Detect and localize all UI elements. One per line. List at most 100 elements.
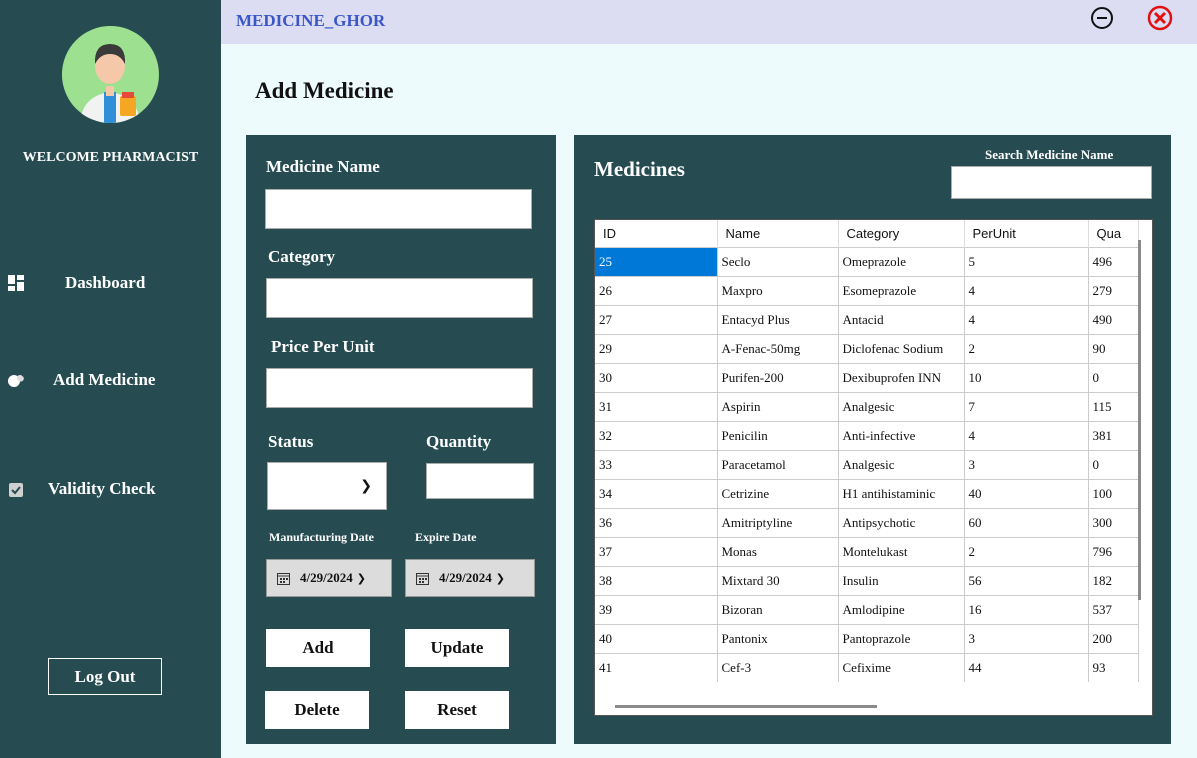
table-cell[interactable]: 90 (1088, 333, 1139, 363)
table-cell[interactable]: 33 (595, 449, 718, 479)
table-cell[interactable]: 7 (964, 391, 1089, 421)
table-cell[interactable]: 39 (595, 594, 718, 624)
table-cell[interactable]: 300 (1088, 507, 1139, 537)
table-cell[interactable]: 0 (1088, 449, 1139, 479)
table-row[interactable]: 36 Amitriptyline Antipsychotic 60 300 (595, 507, 1139, 537)
table-cell[interactable]: 2 (964, 333, 1089, 363)
quantity-input[interactable] (426, 463, 534, 499)
column-header[interactable]: Name (717, 220, 839, 247)
table-cell[interactable]: 381 (1088, 420, 1139, 450)
table-cell[interactable]: Penicilin (717, 420, 839, 450)
update-button[interactable]: Update (405, 629, 509, 667)
status-select[interactable]: ❯ (267, 462, 387, 510)
table-cell[interactable]: 10 (964, 362, 1089, 392)
table-cell[interactable]: 0 (1088, 362, 1139, 392)
table-row[interactable]: 30 Purifen-200 Dexibuprofen INN 10 0 (595, 362, 1139, 392)
table-cell[interactable]: 56 (964, 565, 1089, 595)
table-cell[interactable]: 4 (964, 275, 1089, 305)
table-cell[interactable]: 36 (595, 507, 718, 537)
table-cell[interactable]: 44 (964, 652, 1089, 682)
column-header[interactable]: Category (838, 220, 965, 247)
exp-date-picker[interactable]: 4/29/2024 ❯ (405, 559, 535, 597)
table-cell[interactable]: 3 (964, 449, 1089, 479)
table-cell[interactable]: Entacyd Plus (717, 304, 839, 334)
table-row[interactable]: 27 Entacyd Plus Antacid 4 490 (595, 304, 1139, 334)
table-row[interactable]: 37 Monas Montelukast 2 796 (595, 536, 1139, 566)
table-cell[interactable]: Montelukast (838, 536, 965, 566)
table-cell[interactable]: 182 (1088, 565, 1139, 595)
search-input[interactable] (951, 166, 1152, 199)
category-input[interactable] (266, 278, 533, 318)
table-cell[interactable]: 32 (595, 420, 718, 450)
table-cell[interactable]: 93 (1088, 652, 1139, 682)
table-cell[interactable]: 5 (964, 246, 1089, 276)
table-cell[interactable]: 26 (595, 275, 718, 305)
table-cell[interactable]: Cefixime (838, 652, 965, 682)
table-cell[interactable]: H1 antihistaminic (838, 478, 965, 508)
logout-button[interactable]: Log Out (48, 658, 162, 695)
table-cell[interactable]: Mixtard 30 (717, 565, 839, 595)
table-row[interactable]: 38 Mixtard 30 Insulin 56 182 (595, 565, 1139, 595)
table-cell[interactable]: 100 (1088, 478, 1139, 508)
table-row[interactable]: 33 Paracetamol Analgesic 3 0 (595, 449, 1139, 479)
table-cell[interactable]: 537 (1088, 594, 1139, 624)
table-cell[interactable]: 25 (595, 246, 718, 276)
table-cell[interactable]: 496 (1088, 246, 1139, 276)
column-header[interactable]: Qua (1088, 220, 1139, 247)
table-cell[interactable]: Insulin (838, 565, 965, 595)
table-row[interactable]: 31 Aspirin Analgesic 7 115 (595, 391, 1139, 421)
add-button[interactable]: Add (266, 629, 370, 667)
medicine-name-input[interactable] (265, 189, 532, 229)
table-cell[interactable]: Anti-infective (838, 420, 965, 450)
table-cell[interactable]: 16 (964, 594, 1089, 624)
close-icon[interactable] (1147, 5, 1173, 31)
table-cell[interactable]: Analgesic (838, 449, 965, 479)
table-cell[interactable]: Monas (717, 536, 839, 566)
table-cell[interactable]: 490 (1088, 304, 1139, 334)
table-cell[interactable]: 41 (595, 652, 718, 682)
table-row[interactable]: 25 Seclo Omeprazole 5 496 (595, 246, 1139, 276)
sidebar-item-add-medicine[interactable]: Add Medicine (0, 363, 221, 397)
table-cell[interactable]: 40 (964, 478, 1089, 508)
table-cell[interactable]: 40 (595, 623, 718, 653)
table-cell[interactable]: 796 (1088, 536, 1139, 566)
column-header[interactable]: PerUnit (964, 220, 1089, 247)
table-cell[interactable]: 34 (595, 478, 718, 508)
table-cell[interactable]: 38 (595, 565, 718, 595)
column-header[interactable]: ID (595, 220, 718, 247)
table-cell[interactable]: Pantoprazole (838, 623, 965, 653)
table-cell[interactable]: Amitriptyline (717, 507, 839, 537)
table-cell[interactable]: 279 (1088, 275, 1139, 305)
table-row[interactable]: 40 Pantonix Pantoprazole 3 200 (595, 623, 1139, 653)
table-cell[interactable]: Diclofenac Sodium (838, 333, 965, 363)
table-cell[interactable]: 31 (595, 391, 718, 421)
sidebar-item-validity-check[interactable]: Validity Check (0, 472, 221, 506)
table-cell[interactable]: Cetrizine (717, 478, 839, 508)
delete-button[interactable]: Delete (265, 691, 369, 729)
table-cell[interactable]: Paracetamol (717, 449, 839, 479)
table-cell[interactable]: 3 (964, 623, 1089, 653)
price-input[interactable] (266, 368, 533, 408)
table-row[interactable]: 34 Cetrizine H1 antihistaminic 40 100 (595, 478, 1139, 508)
table-cell[interactable]: Amlodipine (838, 594, 965, 624)
table-cell[interactable]: Bizoran (717, 594, 839, 624)
table-cell[interactable]: Omeprazole (838, 246, 965, 276)
table-cell[interactable]: Analgesic (838, 391, 965, 421)
table-cell[interactable]: 200 (1088, 623, 1139, 653)
mfg-date-picker[interactable]: 4/29/2024 ❯ (266, 559, 392, 597)
table-cell[interactable]: Maxpro (717, 275, 839, 305)
horizontal-scrollbar[interactable] (615, 705, 877, 708)
table-row[interactable]: 29 A-Fenac-50mg Diclofenac Sodium 2 90 (595, 333, 1139, 363)
minimize-icon[interactable] (1090, 6, 1114, 30)
table-row[interactable]: 39 Bizoran Amlodipine 16 537 (595, 594, 1139, 624)
table-cell[interactable]: 4 (964, 304, 1089, 334)
table-cell[interactable]: Dexibuprofen INN (838, 362, 965, 392)
table-cell[interactable]: A-Fenac-50mg (717, 333, 839, 363)
table-cell[interactable]: Aspirin (717, 391, 839, 421)
table-cell[interactable]: 27 (595, 304, 718, 334)
table-cell[interactable]: Cef-3 (717, 652, 839, 682)
table-cell[interactable]: 37 (595, 536, 718, 566)
table-cell[interactable]: Antacid (838, 304, 965, 334)
medicines-grid[interactable]: ID Name Category PerUnit Qua 25 Seclo Omeprazo… (594, 219, 1153, 716)
table-cell[interactable]: 60 (964, 507, 1089, 537)
